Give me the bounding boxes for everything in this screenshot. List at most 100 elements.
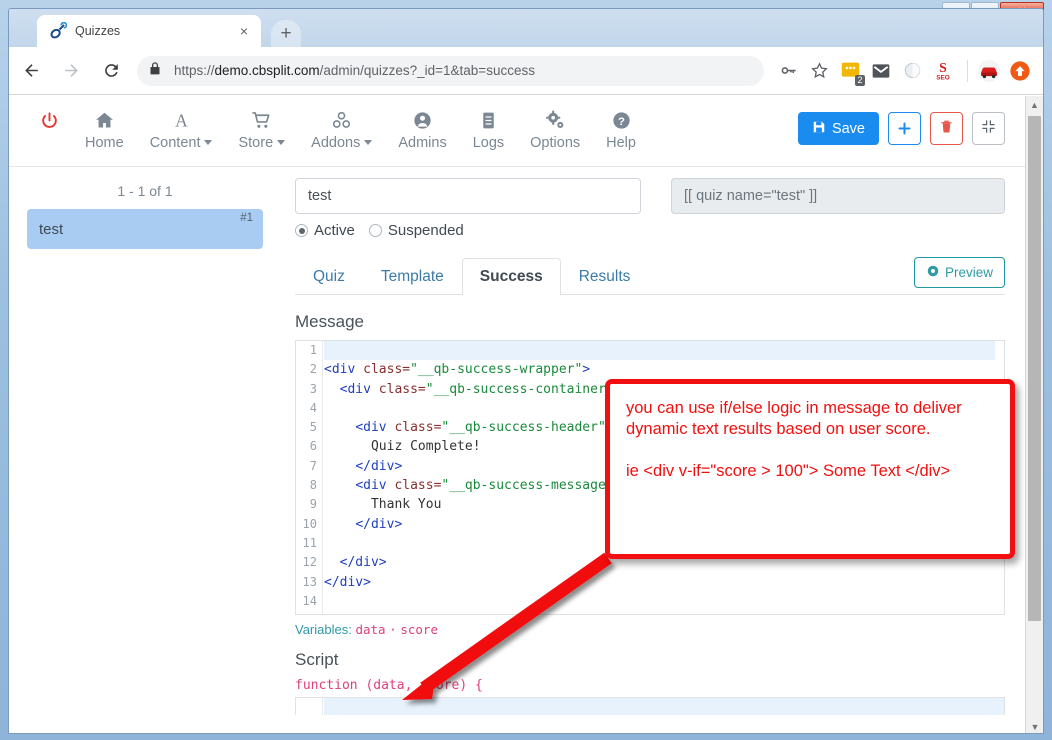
tab-success[interactable]: Success bbox=[462, 258, 561, 295]
trash-icon bbox=[939, 119, 954, 139]
list-icon bbox=[478, 108, 499, 132]
editor-line-number: 6 bbox=[296, 437, 322, 456]
annotation-arrow-icon bbox=[380, 540, 630, 715]
tab-quiz[interactable]: Quiz bbox=[295, 258, 363, 295]
delete-button[interactable] bbox=[930, 112, 963, 145]
car-avatar-icon[interactable] bbox=[975, 57, 1003, 85]
new-tab-button[interactable]: + bbox=[271, 20, 301, 47]
page-scrollbar[interactable]: ▲ ▼ bbox=[1025, 96, 1043, 734]
nav-item-power[interactable] bbox=[27, 108, 72, 132]
nav-item-logs[interactable]: Logs bbox=[460, 108, 517, 151]
browser-tab-close-icon[interactable]: × bbox=[235, 22, 253, 40]
gmail-icon[interactable] bbox=[867, 57, 895, 85]
letter-a-icon: A bbox=[171, 108, 192, 132]
chevron-down-icon bbox=[204, 140, 212, 145]
nav-item-addons[interactable]: Addons bbox=[298, 108, 385, 151]
variables-label: Variables: bbox=[295, 622, 352, 637]
svg-text:SEO: SEO bbox=[936, 74, 950, 81]
editor-line-number: 8 bbox=[296, 476, 322, 495]
save-button[interactable]: Save bbox=[798, 112, 879, 145]
address-bar[interactable]: https://demo.cbsplit.com/admin/quizzes?_… bbox=[137, 56, 764, 86]
reload-button[interactable] bbox=[93, 53, 129, 89]
add-button[interactable] bbox=[888, 112, 921, 145]
editor-code-line[interactable]: <div class="__qb-success-wrapper"> bbox=[324, 360, 1004, 379]
password-key-icon[interactable] bbox=[774, 57, 802, 85]
editor-line-number: 9 bbox=[296, 495, 322, 514]
list-item-number: #1 bbox=[240, 212, 253, 224]
chevron-down-icon bbox=[277, 140, 285, 145]
back-button[interactable] bbox=[13, 53, 49, 89]
nav-label-help: Help bbox=[606, 135, 636, 151]
editor-line-number: 14 bbox=[296, 592, 322, 611]
nav-label-store: Store bbox=[238, 135, 273, 151]
svg-text:S: S bbox=[939, 60, 947, 75]
editor-line-number: 1 bbox=[296, 341, 322, 360]
editor-line-number: 12 bbox=[296, 553, 322, 572]
radio-active-dot bbox=[295, 224, 308, 237]
gears-icon bbox=[544, 108, 566, 132]
annotation-callout-box: you can use if/else logic in message to … bbox=[605, 379, 1015, 559]
svg-text:A: A bbox=[175, 110, 188, 130]
app-navigation-bar: Home A Content Store bbox=[9, 96, 1027, 167]
editor-line-number: 7 bbox=[296, 457, 322, 476]
orange-up-arrow-icon[interactable] bbox=[1006, 57, 1034, 85]
scroll-up-arrow-icon[interactable]: ▲ bbox=[1026, 96, 1043, 113]
tab-results[interactable]: Results bbox=[561, 258, 649, 295]
nav-item-help[interactable]: ? Help bbox=[593, 108, 649, 151]
preview-button[interactable]: Preview bbox=[914, 257, 1005, 288]
annotation-paragraph-2: ie <div v-if="score > 100"> Some Text </… bbox=[626, 461, 994, 482]
save-button-label: Save bbox=[832, 121, 865, 137]
molecule-icon bbox=[331, 108, 352, 132]
annotation-paragraph-1: you can use if/else logic in message to … bbox=[626, 398, 994, 440]
floppy-save-icon bbox=[812, 120, 826, 138]
app-action-buttons: Save bbox=[798, 112, 1005, 145]
bookmark-star-icon[interactable] bbox=[805, 57, 833, 85]
radio-active[interactable]: Active bbox=[295, 222, 355, 239]
circle-extension-icon[interactable] bbox=[898, 57, 926, 85]
home-icon bbox=[94, 108, 115, 132]
page-scrollbar-thumb[interactable] bbox=[1028, 116, 1041, 621]
radio-suspended-dot bbox=[369, 224, 382, 237]
quiz-shortcode-field[interactable]: [[ quiz name="test" ]] bbox=[671, 178, 1005, 214]
list-item-name: test bbox=[39, 221, 63, 238]
status-radio-group: Active Suspended bbox=[281, 214, 1027, 239]
editor-line-number: 3 bbox=[296, 380, 322, 399]
nav-item-options[interactable]: Options bbox=[517, 108, 593, 151]
user-circle-icon bbox=[412, 108, 433, 132]
url-text: https://demo.cbsplit.com/admin/quizzes?_… bbox=[174, 63, 535, 78]
quiz-list-sidebar: 1 - 1 of 1 test #1 bbox=[9, 167, 281, 734]
forward-button[interactable] bbox=[53, 53, 89, 89]
seo-extension-icon[interactable]: S SEO bbox=[929, 57, 957, 85]
os-window: ✕ Quizzes × + bbox=[0, 0, 1052, 740]
quiz-name-input[interactable]: test bbox=[295, 178, 641, 214]
eye-icon bbox=[926, 264, 940, 281]
tab-template[interactable]: Template bbox=[363, 258, 462, 295]
collapse-button[interactable] bbox=[972, 112, 1005, 145]
editor-line-number: 10 bbox=[296, 515, 322, 534]
compress-icon bbox=[981, 119, 996, 139]
browser-extension-bar: 2 S SEO bbox=[774, 57, 1044, 85]
question-circle-icon: ? bbox=[611, 108, 632, 132]
nav-item-home[interactable]: Home bbox=[72, 108, 137, 151]
editor-line-number: 13 bbox=[296, 573, 322, 592]
editor-code-line[interactable] bbox=[324, 341, 1004, 360]
script-editor-gutter bbox=[296, 698, 323, 715]
nav-item-admins[interactable]: Admins bbox=[385, 108, 459, 151]
preview-button-label: Preview bbox=[945, 265, 993, 280]
nav-label-options: Options bbox=[530, 135, 580, 151]
browser-tab[interactable]: Quizzes × bbox=[37, 15, 261, 47]
radio-suspended[interactable]: Suspended bbox=[369, 222, 464, 239]
list-item[interactable]: test #1 bbox=[27, 209, 263, 249]
nav-label-admins: Admins bbox=[398, 135, 446, 151]
editor-line-number: 4 bbox=[296, 399, 322, 418]
extension-badge-count: 2 bbox=[855, 75, 865, 86]
nav-label-content: Content bbox=[150, 135, 201, 151]
notes-extension-icon[interactable]: 2 bbox=[836, 57, 864, 85]
nav-item-store[interactable]: Store bbox=[225, 108, 298, 151]
scroll-down-arrow-icon[interactable]: ▼ bbox=[1026, 718, 1044, 734]
nav-label-addons: Addons bbox=[311, 135, 360, 151]
editor-line-number: 2 bbox=[296, 360, 322, 379]
cart-icon bbox=[251, 108, 272, 132]
nav-item-content[interactable]: A Content bbox=[137, 108, 226, 151]
power-icon bbox=[40, 108, 59, 132]
